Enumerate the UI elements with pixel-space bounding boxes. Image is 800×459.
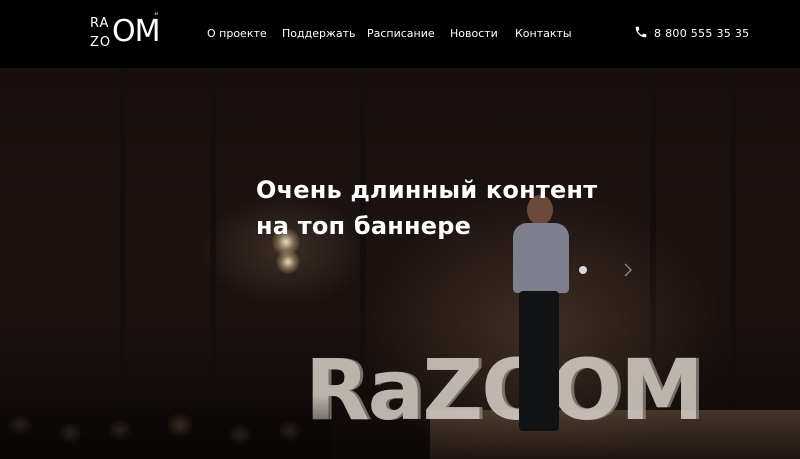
logo-accent-icon: “ — [154, 12, 159, 22]
site-logo[interactable]: RA ZO OM “ — [90, 12, 170, 54]
nav-item-news[interactable]: Новости — [450, 27, 498, 41]
headline-line-1: Очень длинный контент — [256, 176, 598, 204]
stage-sign: RaZOOM — [305, 341, 704, 439]
banner-headline: Очень длинный контент на топ баннере — [256, 172, 676, 244]
audience — [0, 395, 330, 459]
phone-icon — [635, 26, 647, 38]
curtain-fold — [210, 60, 216, 419]
logo-text-main: OM — [112, 14, 160, 49]
phone-number[interactable]: 8 800 555 35 35 — [654, 27, 749, 41]
nav-item-schedule[interactable]: Расписание — [367, 27, 435, 41]
logo-text-bottom: ZO — [90, 35, 112, 50]
nav-item-contacts[interactable]: Контакты — [515, 27, 572, 41]
chevron-right-icon[interactable] — [623, 262, 633, 278]
stage-light — [276, 250, 300, 274]
curtain-fold — [730, 60, 736, 419]
nav-item-about[interactable]: О проекте — [207, 27, 267, 41]
logo-text-top: RA — [90, 16, 110, 31]
site-header: RA ZO OM “ О проекте Поддержать Расписан… — [0, 0, 800, 68]
slider-dot-active[interactable] — [579, 266, 587, 274]
nav-item-support[interactable]: Поддержать — [282, 27, 356, 41]
headline-line-2: на топ баннере — [256, 212, 472, 240]
curtain-fold — [120, 60, 126, 419]
